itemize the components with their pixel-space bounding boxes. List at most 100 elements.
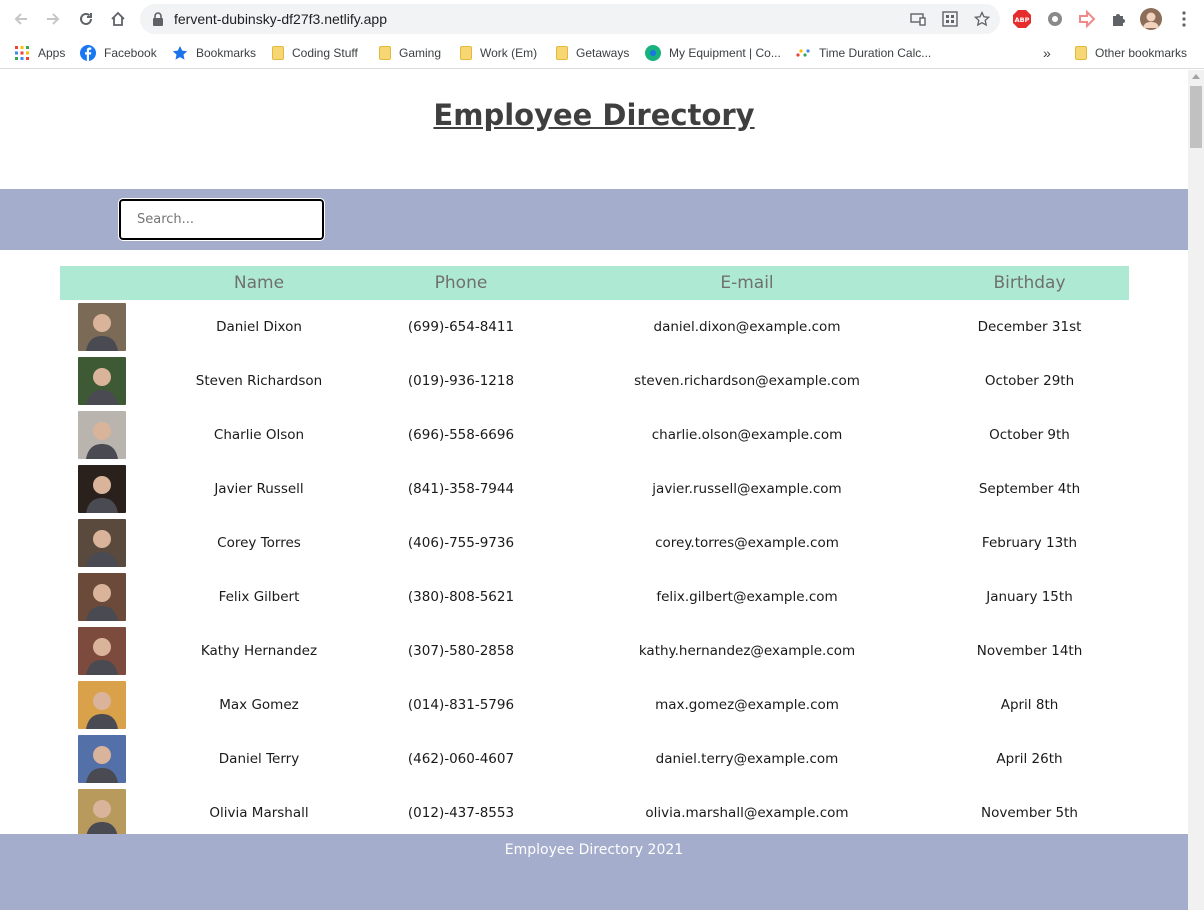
employee-avatar	[78, 357, 126, 405]
employee-phone: (841)-358-7944	[407, 481, 515, 497]
footer-text: Employee Directory 2021	[504, 842, 684, 858]
star-icon	[172, 46, 188, 60]
employee-birthday: February 13th	[981, 535, 1078, 551]
employee-email: olivia.marshall@example.com	[645, 805, 849, 821]
employee-email: felix.gilbert@example.com	[656, 589, 838, 605]
employee-phone: (462)-060-4607	[407, 751, 515, 767]
column-header-photo	[60, 266, 160, 300]
employee-email: daniel.dixon@example.com	[653, 319, 841, 335]
apps-grid-icon	[15, 46, 29, 60]
employee-birthday: April 26th	[996, 751, 1063, 767]
search-band	[0, 189, 1188, 250]
table-row: Felix Gilbert (380)-808-5621 felix.gilbert…	[60, 570, 1129, 624]
employee-table-body: Daniel Dixon (699)-654-8411 daniel.dixon@e…	[60, 300, 1129, 840]
photo-cell	[60, 570, 160, 624]
adblock-extension-icon[interactable]: ABP	[1012, 9, 1032, 29]
profile-avatar[interactable]	[1140, 8, 1162, 30]
table-row: Kathy Hernandez (307)-580-2858 kathy.herna…	[60, 624, 1129, 678]
search-input[interactable]	[118, 198, 325, 241]
reload-button[interactable]	[75, 8, 97, 30]
employee-email: daniel.terry@example.com	[655, 751, 839, 767]
bookmark-apps[interactable]: Apps	[14, 43, 65, 63]
employee-birthday: April 8th	[1000, 697, 1059, 713]
employee-phone: (012)-437-8553	[407, 805, 515, 821]
table-row: Olivia Marshall (012)-437-8553 olivia.mars…	[60, 786, 1129, 840]
employee-avatar	[78, 519, 126, 567]
photo-cell	[60, 624, 160, 678]
column-header-birthday[interactable]: Birthday	[930, 266, 1129, 300]
qr-code-icon[interactable]	[942, 11, 958, 27]
employee-table: Name Phone E-mail Birthday Daniel Dixon (…	[60, 266, 1129, 840]
employee-avatar	[78, 627, 126, 675]
employee-avatar	[78, 789, 126, 837]
employee-email: charlie.olson@example.com	[651, 427, 843, 443]
bookmarks-bar: Apps Facebook Bookmarks Coding Stuff Gam…	[0, 38, 1204, 69]
svg-text:ABP: ABP	[1015, 16, 1030, 24]
employee-name: Daniel Dixon	[216, 319, 302, 335]
settings-extension-icon[interactable]	[1045, 9, 1065, 29]
pointer-extension-icon[interactable]	[1077, 9, 1097, 29]
photo-cell	[60, 408, 160, 462]
scroll-up-arrow-icon[interactable]	[1192, 74, 1200, 79]
table-row: Corey Torres (406)-755-9736 corey.torres@e…	[60, 516, 1129, 570]
employee-name: Max Gomez	[219, 697, 299, 713]
bookmark-time-duration[interactable]: Time Duration Calc...	[795, 43, 931, 63]
column-header-email[interactable]: E-mail	[564, 266, 930, 300]
employee-email: corey.torres@example.com	[655, 535, 839, 551]
employee-avatar	[78, 573, 126, 621]
employee-phone: (019)-936-1218	[407, 373, 515, 389]
url-text: fervent-dubinsky-df27f3.netlify.app	[174, 11, 387, 27]
cast-icon[interactable]	[910, 11, 926, 27]
site-icon	[796, 49, 810, 57]
bookmark-my-equipment[interactable]: My Equipment | Co...	[645, 43, 781, 63]
home-button[interactable]	[107, 8, 129, 30]
bookmarks-overflow-button[interactable]: »	[1043, 43, 1051, 63]
folder-icon	[1075, 46, 1087, 60]
photo-cell	[60, 300, 160, 354]
employee-avatar	[78, 735, 126, 783]
employee-email: max.gomez@example.com	[655, 697, 839, 713]
star-bookmark-icon[interactable]	[974, 11, 990, 27]
bookmark-coding-stuff[interactable]: Coding Stuff	[272, 43, 358, 63]
folder-icon	[379, 46, 391, 60]
page-scrollbar[interactable]	[1188, 70, 1204, 910]
address-bar[interactable]: fervent-dubinsky-df27f3.netlify.app	[140, 4, 1000, 34]
employee-phone: (406)-755-9736	[407, 535, 515, 551]
extensions-puzzle-icon[interactable]	[1109, 9, 1129, 29]
forward-button[interactable]	[42, 8, 64, 30]
employee-avatar	[78, 411, 126, 459]
column-header-phone[interactable]: Phone	[358, 266, 564, 300]
employee-name: Javier Russell	[214, 481, 304, 497]
back-button[interactable]	[10, 8, 32, 30]
employee-email: javier.russell@example.com	[652, 481, 842, 497]
reload-icon	[80, 12, 92, 25]
employee-avatar	[78, 465, 126, 513]
bookmark-work-em[interactable]: Work (Em)	[460, 43, 537, 63]
facebook-icon	[80, 45, 96, 61]
scrollbar-thumb[interactable]	[1190, 86, 1202, 148]
table-header-row: Name Phone E-mail Birthday	[60, 266, 1129, 300]
table-row: Javier Russell (841)-358-7944 javier.russe…	[60, 462, 1129, 516]
bookmark-facebook[interactable]: Facebook	[80, 43, 157, 63]
browser-toolbar: fervent-dubinsky-df27f3.netlify.app ABP	[0, 0, 1204, 38]
employee-email: kathy.hernandez@example.com	[638, 643, 856, 659]
photo-cell	[60, 516, 160, 570]
lock-icon	[153, 12, 163, 26]
table-row: Max Gomez (014)-831-5796 max.gomez@example…	[60, 678, 1129, 732]
footer: Employee Directory 2021	[0, 834, 1188, 910]
photo-cell	[60, 786, 160, 840]
bookmark-getaways[interactable]: Getaways	[556, 43, 629, 63]
bookmark-other-bookmarks[interactable]: Other bookmarks	[1075, 43, 1187, 63]
arrow-left-icon	[14, 13, 27, 25]
bookmark-gaming[interactable]: Gaming	[379, 43, 441, 63]
page-content: Employee Directory Name Phone E-mail Bir…	[0, 70, 1188, 910]
bookmark-bookmarks[interactable]: Bookmarks	[172, 43, 256, 63]
menu-kebab-icon[interactable]	[1174, 9, 1194, 29]
photo-cell	[60, 678, 160, 732]
home-icon	[111, 11, 125, 26]
column-header-name[interactable]: Name	[160, 266, 358, 300]
folder-icon	[272, 46, 284, 60]
employee-name: Steven Richardson	[195, 373, 323, 389]
photo-cell	[60, 462, 160, 516]
folder-icon	[556, 46, 568, 60]
